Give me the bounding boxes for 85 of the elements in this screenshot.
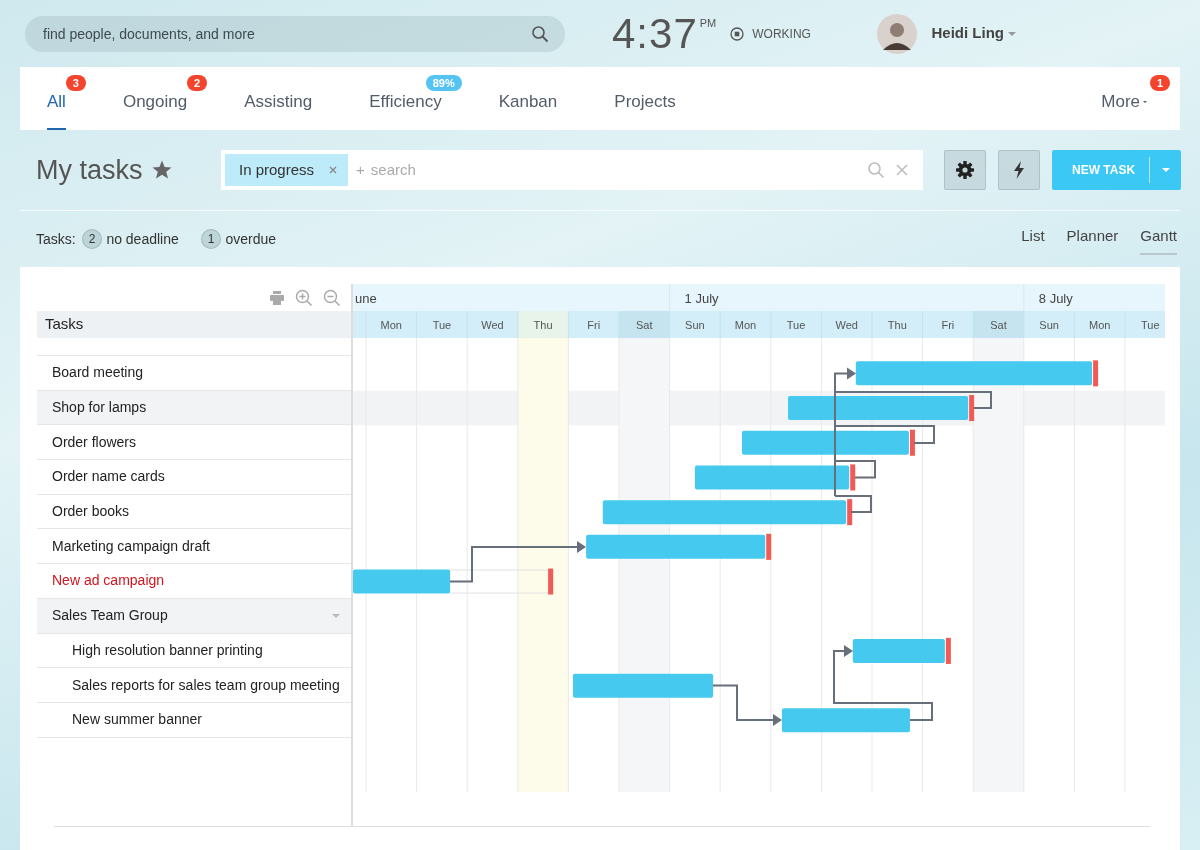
month-label: une <box>355 291 377 306</box>
day-label: Thu <box>887 319 907 331</box>
day-label: Mon <box>1089 319 1111 331</box>
day-label: Mon <box>380 319 402 331</box>
zoom-in-icon[interactable] <box>295 288 313 307</box>
clock-time: 4:37$^{PM}$ <box>612 9 717 59</box>
lightning-button[interactable] <box>998 150 1040 190</box>
count-badge[interactable]: 2 <box>81 229 103 249</box>
print-icon[interactable] <box>269 289 285 306</box>
day-label: Tue <box>786 319 806 331</box>
search-icon[interactable] <box>867 161 885 179</box>
task-name: Shop for lamps <box>52 398 147 418</box>
tab[interactable]: Kanban <box>498 67 558 130</box>
avatar-icon <box>876 13 917 54</box>
filter-tag[interactable]: In progress <box>225 154 349 186</box>
group-name: Sales Team Group <box>52 606 168 626</box>
tab[interactable]: More <box>1101 67 1150 130</box>
task-row[interactable]: New summer banner <box>37 702 351 738</box>
caret-icon[interactable] <box>1161 166 1172 174</box>
search-icon <box>531 24 549 43</box>
day-label: Thu <box>533 319 553 331</box>
day-label: Fri <box>587 319 601 331</box>
month-label: 8 July <box>1038 291 1073 306</box>
dependency-arrow <box>712 684 782 726</box>
gear-icon <box>955 160 975 180</box>
stop-icon <box>730 26 745 41</box>
task-row[interactable]: Shop for lamps <box>37 390 351 426</box>
task-name: Marketing campaign draft <box>52 536 210 556</box>
task-name: Order name cards <box>52 467 165 487</box>
count-badge: 1 <box>1149 75 1170 91</box>
filter-field[interactable]: In progress + search <box>221 150 923 190</box>
task-row[interactable]: Marketing campaign draft <box>37 529 351 565</box>
counter-label: Tasks: <box>36 229 76 249</box>
task-row[interactable]: Order books <box>37 494 351 530</box>
day-label: Wed <box>835 319 858 331</box>
task-name: New ad campaign <box>52 571 165 591</box>
count-badge[interactable]: 1 <box>200 229 222 249</box>
close-icon[interactable] <box>895 163 909 177</box>
task-row[interactable]: Sales reports for sales team group meeting <box>37 668 351 703</box>
task-row[interactable]: Order flowers <box>37 425 351 461</box>
tab[interactable]: All <box>47 67 66 130</box>
day-label: Sat <box>990 319 1007 331</box>
task-name: New summer banner <box>72 710 202 730</box>
add-symbol: + <box>356 159 365 180</box>
tab[interactable]: Projects <box>614 67 676 130</box>
page-title: My tasks <box>36 153 143 187</box>
zoom-out-icon[interactable] <box>323 288 341 307</box>
status-label: WORKING <box>752 25 811 43</box>
day-label: Wed <box>481 319 504 331</box>
task-row[interactable]: New ad campaign <box>37 564 351 599</box>
task-row[interactable]: Order name cards <box>37 460 351 495</box>
counter-text[interactable]: no deadline <box>106 228 179 250</box>
tab[interactable]: Assisting <box>244 67 313 130</box>
day-label: Fri <box>941 319 955 331</box>
tab[interactable]: Ongoing <box>122 67 188 130</box>
month-label: 1 July <box>684 291 719 306</box>
column-header: Tasks <box>45 314 84 335</box>
day-label: Mon <box>734 319 757 331</box>
task-name: Order flowers <box>52 432 137 452</box>
day-label: Sun <box>685 319 705 331</box>
user-name[interactable]: Heidi Ling <box>931 22 1004 45</box>
view-tab[interactable]: Planner <box>1066 222 1119 256</box>
day-label: Tue <box>432 319 452 331</box>
count-badge: 3 <box>65 75 86 91</box>
task-name: Sales reports for sales team group meeting <box>72 675 340 695</box>
day-label: Sat <box>636 319 653 331</box>
counter-text[interactable]: overdue <box>225 228 277 250</box>
lightning-icon <box>1013 161 1025 179</box>
close-icon[interactable] <box>328 165 339 175</box>
task-row[interactable]: High resolution banner printing <box>37 633 351 669</box>
count-badge: 89% <box>425 75 462 91</box>
star-icon[interactable] <box>150 159 173 181</box>
task-row[interactable]: Sales Team Group <box>37 598 351 634</box>
settings-button[interactable] <box>944 150 986 190</box>
task-name: Order books <box>52 502 130 522</box>
task-name: Board meeting <box>52 363 144 383</box>
view-tab[interactable]: List <box>1021 222 1045 256</box>
count-badge: 2 <box>187 75 208 91</box>
status-toggle[interactable]: WORKING <box>730 24 811 43</box>
day-label: Sun <box>1039 319 1059 331</box>
caret-icon[interactable] <box>331 611 341 620</box>
day-label: Tue <box>1141 319 1160 331</box>
view-tab[interactable]: Gantt <box>1140 222 1177 256</box>
task-name: High resolution banner printing <box>72 640 263 660</box>
task-row[interactable]: Board meeting <box>37 356 351 391</box>
